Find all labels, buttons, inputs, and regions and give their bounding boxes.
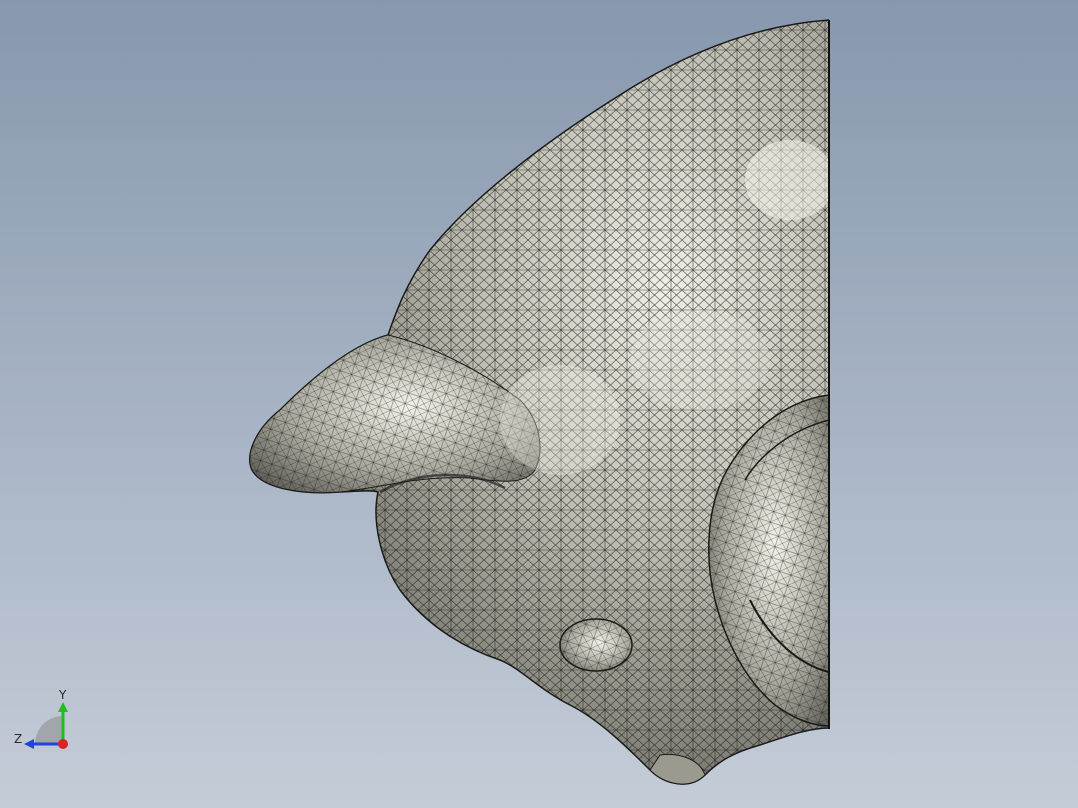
y-axis-label: Y: [58, 688, 67, 702]
triad-arc-icon: [35, 716, 63, 744]
z-axis-label: Z: [14, 732, 22, 746]
orientation-triad[interactable]: Y Z: [12, 686, 76, 754]
graphics-viewport[interactable]: Y Z: [0, 0, 1078, 808]
mesh-model[interactable]: [0, 0, 1078, 808]
x-axis-dot-icon: [58, 739, 68, 749]
